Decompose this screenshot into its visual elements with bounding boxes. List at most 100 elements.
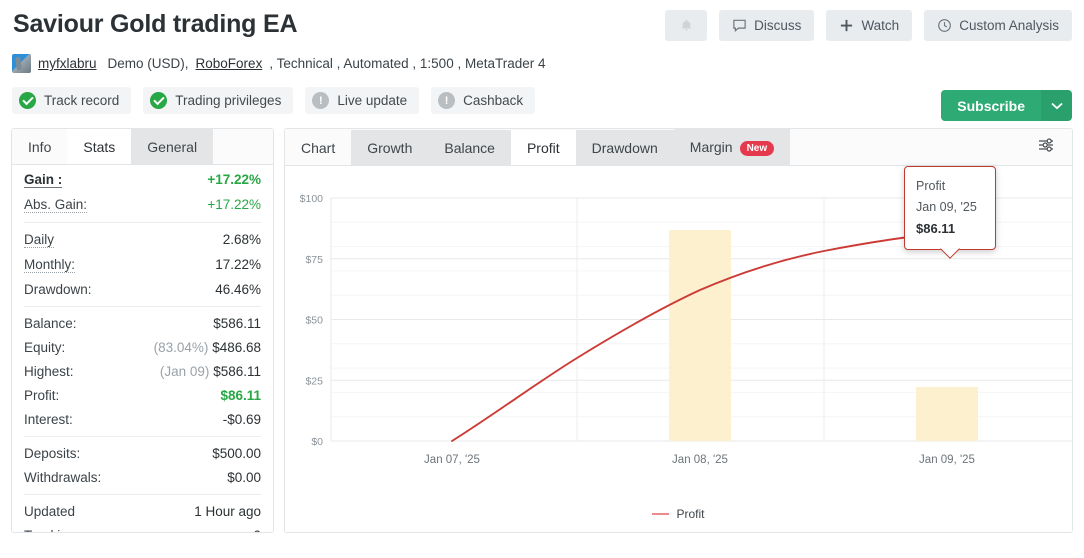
stat-row-tracking: Tracking 0	[24, 523, 261, 532]
bell-icon	[679, 18, 694, 34]
broker-row: myfxlabru Demo (USD), RoboForex , Techni…	[12, 54, 1072, 73]
stat-value: 46.46%	[215, 282, 261, 297]
svg-text:$0: $0	[311, 436, 323, 448]
stat-value: $500.00	[212, 446, 261, 461]
custom-analysis-button[interactable]: Custom Analysis	[924, 10, 1072, 41]
legend-label: Profit	[676, 507, 705, 521]
svg-text:$75: $75	[305, 254, 323, 266]
stat-row-balance: Balance: $586.11	[24, 311, 261, 335]
tab-info[interactable]: Info	[12, 129, 68, 164]
stat-label[interactable]: Abs. Gain:	[24, 197, 88, 213]
stat-label[interactable]: Gain :	[24, 172, 63, 188]
x-axis-labels: Jan 07, '25 Jan 08, '25 Jan 09, '25	[424, 454, 975, 466]
tab-general[interactable]: General	[131, 129, 214, 164]
subscribe-button[interactable]: Subscribe	[941, 90, 1041, 121]
badge-track-record[interactable]: Track record	[12, 87, 132, 114]
svg-text:$50: $50	[305, 315, 323, 327]
tab-balance[interactable]: Balance	[428, 129, 511, 165]
stat-value: -$0.69	[222, 412, 261, 427]
account-details: , Technical , Automated , 1:500 , MetaTr…	[269, 56, 546, 71]
stat-label: Highest:	[24, 364, 74, 379]
highlight-band	[916, 387, 978, 441]
tab-chart[interactable]: Chart	[285, 129, 352, 165]
chart-tabs: Chart Growth Balance Profit Drawdown Mar…	[285, 129, 1072, 166]
page-title: Saviour Gold trading EA	[13, 10, 298, 38]
stat-value: 0	[253, 528, 261, 532]
stat-label: Balance:	[24, 316, 77, 331]
stat-label: Drawdown:	[24, 282, 92, 297]
y-axis-labels: $100 $75 $50 $25 $0	[300, 193, 324, 448]
stat-label: Tracking	[24, 528, 75, 532]
account-type: Demo (USD),	[107, 56, 189, 71]
discuss-label: Discuss	[754, 18, 802, 33]
badge-live-update[interactable]: ! Live update	[305, 87, 420, 114]
subscribe-dropdown-button[interactable]	[1041, 90, 1072, 121]
discuss-button[interactable]: Discuss	[719, 10, 815, 41]
notifications-button[interactable]	[665, 10, 708, 41]
stat-value-wrap: (83.04%) $486.68	[154, 340, 261, 355]
highlight-band	[669, 230, 731, 441]
svg-text:$25: $25	[305, 375, 323, 387]
badge-label: Cashback	[463, 93, 524, 108]
stat-label[interactable]: Daily	[24, 232, 55, 248]
divider	[24, 222, 261, 223]
svg-text:Jan 08, '25: Jan 08, '25	[672, 454, 728, 466]
stat-row-equity: Equity: (83.04%) $486.68	[24, 335, 261, 359]
stat-row-drawdown: Drawdown: 46.46%	[24, 277, 261, 301]
exclamation-icon: !	[438, 92, 456, 109]
new-badge: New	[739, 141, 775, 156]
stat-value: $486.68	[212, 340, 261, 355]
stat-label: Interest:	[24, 412, 73, 427]
stat-value-wrap: (Jan 09) $586.11	[160, 364, 261, 379]
tab-stats[interactable]: Stats	[67, 129, 132, 164]
divider	[24, 494, 261, 495]
divider	[24, 436, 261, 437]
page-header: Saviour Gold trading EA Discuss Watch Cu…	[0, 0, 1084, 121]
custom-analysis-label: Custom Analysis	[959, 18, 1059, 33]
stat-label: Deposits:	[24, 446, 81, 461]
broker-user-link[interactable]: myfxlabru	[38, 56, 97, 71]
tab-growth[interactable]: Growth	[351, 129, 429, 165]
watch-button[interactable]: Watch	[826, 10, 913, 41]
tab-drawdown[interactable]: Drawdown	[575, 129, 674, 165]
stat-value: $86.11	[220, 388, 261, 403]
stat-value: 1 Hour ago	[194, 504, 261, 519]
chart-legend[interactable]: Profit	[285, 507, 1072, 521]
stat-value: +17.22%	[207, 172, 261, 187]
tab-profit[interactable]: Profit	[510, 129, 576, 165]
stat-row-deposits: Deposits: $500.00	[24, 441, 261, 465]
legend-swatch	[652, 513, 670, 515]
stat-label[interactable]: Monthly:	[24, 257, 76, 273]
chart-settings-button[interactable]	[1020, 129, 1072, 165]
svg-text:$100: $100	[300, 193, 324, 205]
badge-label: Track record	[44, 93, 120, 108]
svg-text:Jan 09, '25: Jan 09, '25	[919, 454, 975, 466]
stat-prefix: (83.04%)	[153, 340, 209, 355]
stat-label: Updated	[24, 504, 76, 519]
chart-tooltip: Profit Jan 09, '25 $86.11	[904, 166, 996, 250]
comment-icon	[732, 18, 747, 33]
chart-panel: Chart Growth Balance Profit Drawdown Mar…	[284, 128, 1073, 533]
badge-cashback[interactable]: ! Cashback	[431, 87, 536, 114]
tooltip-date: Jan 09, '25	[916, 200, 977, 214]
stat-row-abs-gain: Abs. Gain: +17.22%	[24, 192, 261, 217]
profit-chart[interactable]: $100 $75 $50 $25 $0 Jan 07, '25 Jan 08, …	[285, 166, 1072, 529]
broker-name-link[interactable]: RoboForex	[196, 56, 263, 71]
stat-label: Profit:	[24, 388, 60, 403]
stat-value: 2.68%	[222, 232, 261, 247]
stats-list: Gain : +17.22% Abs. Gain: +17.22% Daily …	[12, 165, 273, 532]
title-row: Saviour Gold trading EA Discuss Watch Cu…	[12, 8, 1072, 41]
subscribe-control[interactable]: Subscribe	[941, 90, 1072, 121]
tab-margin[interactable]: Margin New	[673, 129, 791, 165]
stat-row-updated: Updated 1 Hour ago	[24, 499, 261, 523]
avatar	[12, 54, 31, 73]
stat-row-daily: Daily 2.68%	[24, 227, 261, 252]
divider	[24, 306, 261, 307]
stat-value: +17.22%	[207, 197, 261, 212]
stat-row-highest: Highest: (Jan 09) $586.11	[24, 359, 261, 383]
stat-label: Equity:	[24, 340, 66, 355]
sliders-icon	[1036, 135, 1056, 160]
check-icon	[150, 92, 168, 109]
badge-trading-privileges[interactable]: Trading privileges	[143, 87, 294, 114]
check-icon	[19, 92, 36, 109]
